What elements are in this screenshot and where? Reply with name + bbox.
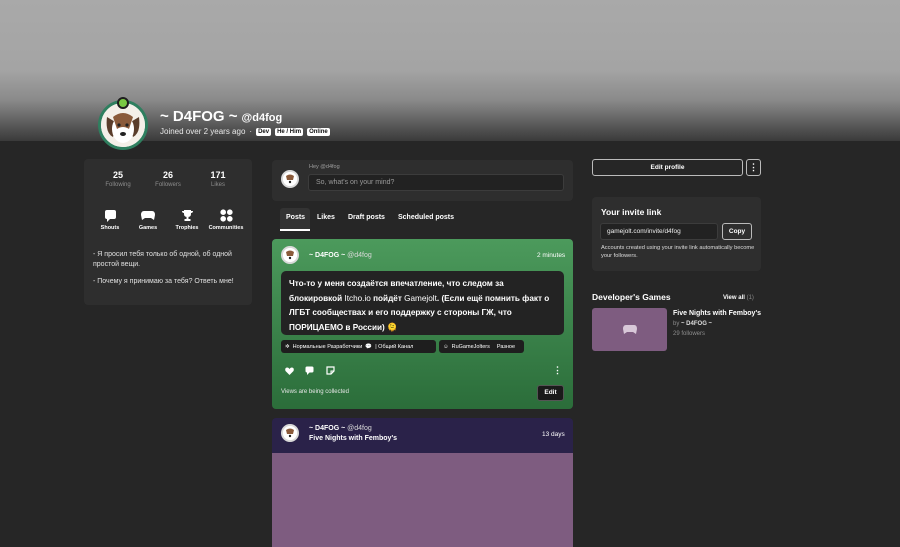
composer-avatar (281, 170, 299, 188)
tab-posts[interactable]: Posts (286, 214, 305, 221)
profile-name: ~ D4FOG ~ @d4fog (160, 108, 282, 125)
view-all-label: View all (723, 295, 745, 301)
meta-separator: · (249, 127, 253, 136)
post-author[interactable]: ~ D4FOG ~ @d4fog (309, 425, 372, 432)
tag-pronouns: He / Him (275, 127, 304, 136)
tab-active-indicator (280, 229, 310, 231)
composer-greeting: Hey @d4fog (309, 164, 340, 170)
profile-handle: @d4fog (241, 112, 283, 124)
gamepad-icon (128, 208, 168, 222)
nav-label: Shouts (100, 225, 120, 231)
community-chip[interactable]: ✲ Нормальные Разработчики 💬 | Общий Кана… (281, 340, 436, 353)
stat-label: Following (105, 182, 131, 188)
game-followers: 29 followers (673, 331, 706, 337)
stat-value: 171 (210, 170, 226, 180)
post-title: Five Nights with Femboy's (309, 435, 398, 442)
nav-communities[interactable]: Communities (206, 208, 246, 231)
community-logo-icon: ☺ (443, 343, 449, 350)
copy-button[interactable]: Copy (722, 223, 752, 240)
bio-line-2: - Почему я принимаю за тебя? Ответь мне! (93, 278, 234, 285)
post-content: Что-то у меня создаётся впечатление, что… (281, 271, 564, 335)
sparkle-icon: ✲ (285, 343, 290, 350)
trophy-icon (167, 208, 207, 222)
author-handle: @d4fog (347, 252, 372, 259)
avatar-badge (117, 97, 129, 109)
game-author-name[interactable]: ~ D4FOG ~ (681, 321, 712, 327)
stat-value: 26 (162, 170, 173, 180)
tab-draft-posts[interactable]: Draft posts (348, 214, 385, 221)
community-chip[interactable]: ☺ RuGameJolters Разное (439, 340, 524, 353)
comment-icon[interactable] (305, 366, 314, 378)
post-author-avatar[interactable] (281, 424, 299, 442)
post-author-avatar[interactable] (281, 246, 299, 264)
stat-label: Likes (210, 182, 225, 188)
post-text: пойдёт (370, 293, 405, 303)
tab-scheduled-posts[interactable]: Scheduled posts (398, 214, 454, 221)
nav-label: Games (138, 225, 158, 231)
views-text: Views are being collected (281, 389, 349, 395)
shouts-icon (90, 208, 130, 222)
nav-label: Communities (208, 225, 244, 231)
chip-channel: | Общий Канал (375, 343, 414, 350)
like-icon[interactable] (285, 366, 294, 378)
display-name: ~ D4FOG ~ (160, 108, 238, 125)
tag-dev: Dev (256, 127, 272, 136)
joined-text: Joined over 2 years ago (160, 127, 246, 136)
stat-likes[interactable]: 171 Likes (193, 170, 243, 188)
bio-line-1: - Я просил тебя только об одной, об одно… (93, 251, 232, 268)
edit-profile-button[interactable]: Edit profile (592, 159, 743, 176)
invite-description: Accounts created using your invite link … (601, 245, 755, 259)
stat-value: 25 (112, 170, 123, 180)
game-thumbnail[interactable] (592, 308, 667, 351)
profile-meta: Joined over 2 years ago · Dev He / Him O… (160, 127, 330, 136)
nav-trophies[interactable]: Trophies (167, 208, 207, 231)
tag-online: Online (307, 127, 330, 136)
game-by-prefix: by (673, 321, 680, 327)
channel-icon: 💬 (365, 343, 373, 350)
post-media[interactable] (272, 453, 573, 547)
author-handle: @d4fog (347, 425, 372, 432)
post-more-icon[interactable]: ⋮ (553, 365, 562, 376)
post-link-gamejolt[interactable]: Gamejolt (404, 294, 437, 303)
post-link-itcho[interactable]: Itcho.io (344, 294, 370, 303)
stat-followers[interactable]: 26 Followers (143, 170, 193, 188)
chip-channel: Разное (496, 343, 516, 350)
communities-icon (206, 208, 246, 222)
invite-title: Your invite link (601, 207, 662, 217)
post-time[interactable]: 2 minutes (537, 252, 565, 259)
game-author: by ~ D4FOG ~ (673, 321, 712, 327)
post-time[interactable]: 13 days (542, 431, 565, 438)
stat-label: Followers (155, 182, 181, 188)
composer-input[interactable]: So, what's on your mind? (308, 174, 564, 191)
author-name: ~ D4FOG ~ (309, 252, 346, 259)
stat-following[interactable]: 25 Following (93, 170, 143, 188)
author-name: ~ D4FOG ~ (309, 425, 346, 432)
edit-post-button[interactable]: Edit (537, 385, 564, 401)
nav-label: Trophies (175, 225, 199, 231)
chip-community: Нормальные Разработчики (292, 343, 363, 350)
developer-games-title: Developer's Games (592, 292, 671, 302)
post-author[interactable]: ~ D4FOG ~ @d4fog (309, 252, 372, 259)
nav-games[interactable]: Games (128, 208, 168, 231)
view-all-link[interactable]: View all (1) (723, 295, 754, 301)
chip-community: RuGameJolters (451, 343, 490, 350)
gamepad-icon (622, 325, 637, 334)
sticker-icon[interactable] (326, 366, 335, 378)
game-title[interactable]: Five Nights with Femboy's (673, 310, 761, 317)
invite-link-field[interactable]: gamejolt.com/invite/d4fog (600, 223, 718, 240)
profile-more-button[interactable]: ⋮ (746, 159, 761, 176)
tab-likes[interactable]: Likes (317, 214, 335, 221)
view-all-count: (1) (746, 295, 754, 301)
nav-shouts[interactable]: Shouts (90, 208, 130, 231)
